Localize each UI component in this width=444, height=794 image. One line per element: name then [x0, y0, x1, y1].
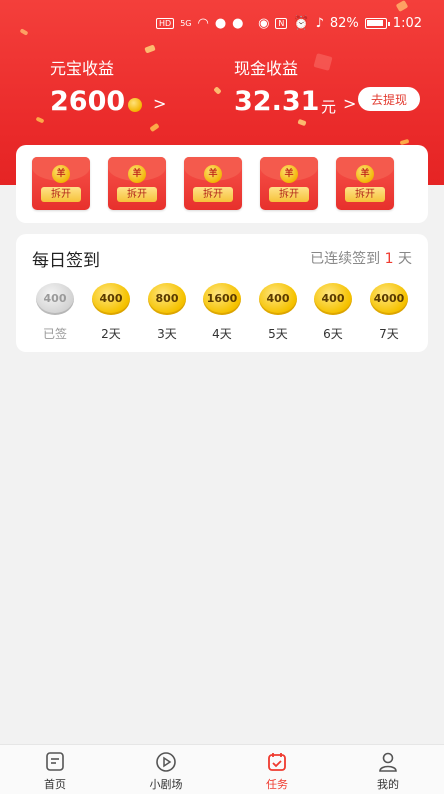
message-icon: ●: [232, 16, 244, 31]
confetti-decoration: [313, 53, 333, 71]
tab-home[interactable]: 首页: [20, 749, 90, 792]
withdraw-button[interactable]: 去提现: [358, 87, 420, 111]
red-envelope[interactable]: 羊 拆开: [32, 157, 90, 210]
cash-earnings-label: 现金收益: [234, 59, 299, 78]
envelope-seal: 羊: [280, 165, 298, 183]
open-envelope-button[interactable]: 拆开: [193, 187, 233, 202]
clock-time: 1:02: [392, 16, 422, 31]
checkin-coin-day-4[interactable]: 1600: [203, 283, 241, 315]
checkin-coin-day-7[interactable]: 4000: [370, 283, 408, 315]
tab-theater[interactable]: 小剧场: [131, 749, 201, 792]
battery-icon: [364, 18, 390, 29]
red-envelope[interactable]: 羊 拆开: [184, 157, 242, 210]
tab-label: 任务: [266, 778, 288, 791]
calendar-check-icon: [266, 751, 288, 773]
red-envelope-card: 羊 拆开 羊 拆开 羊 拆开 羊 拆开 羊 拆开: [16, 145, 428, 223]
app-notification-icon: ●: [214, 16, 227, 31]
eye-icon: ◉: [258, 16, 270, 31]
checkin-day-label: 2天: [101, 327, 121, 341]
hd-indicator: HD: [156, 18, 175, 29]
envelope-seal: 羊: [204, 165, 222, 183]
bottom-tab-bar: 首页 小剧场 任务 我的: [0, 744, 444, 794]
play-icon: [155, 751, 177, 773]
tab-label: 我的: [377, 778, 399, 791]
coin-icon: [128, 98, 142, 112]
status-bar: HD 5G ◠ ● ● ◉ N ⏰ ♪ 82% 1:02: [0, 14, 444, 38]
tab-label: 首页: [44, 778, 66, 791]
person-icon: [377, 751, 399, 773]
envelope-seal: 羊: [128, 165, 146, 183]
streak-suffix: 天: [398, 251, 412, 267]
envelope-seal: 羊: [52, 165, 70, 183]
streak-days: 1: [384, 251, 394, 267]
cash-earnings-value[interactable]: 32.31: [234, 86, 319, 117]
checkin-coin-day-6[interactable]: 400: [314, 283, 352, 315]
nfc-icon: N: [275, 18, 288, 29]
confetti-decoration: [35, 116, 45, 124]
battery-percent: 82%: [329, 16, 359, 31]
home-note-icon: [44, 751, 66, 773]
streak-prefix: 已连续签到: [310, 251, 381, 267]
checkin-day-label: 4天: [212, 327, 232, 341]
checkin-coin-day-3[interactable]: 800: [148, 283, 186, 315]
checkin-title: 每日签到: [32, 251, 100, 271]
confetti-decoration: [395, 0, 409, 12]
checkin-streak: 已连续签到 1 天: [310, 248, 412, 268]
confetti-decoration: [297, 118, 307, 127]
red-envelope[interactable]: 羊 拆开: [260, 157, 318, 210]
open-envelope-button[interactable]: 拆开: [117, 187, 157, 202]
red-envelope[interactable]: 羊 拆开: [108, 157, 166, 210]
open-envelope-button[interactable]: 拆开: [269, 187, 309, 202]
coin-earnings-chevron-icon[interactable]: >: [153, 94, 166, 113]
signal-icon: 5G: [180, 19, 192, 28]
checkin-day-label: 7天: [379, 327, 399, 341]
envelope-seal: 羊: [356, 165, 374, 183]
red-envelope[interactable]: 羊 拆开: [336, 157, 394, 210]
checkin-day-label: 6天: [323, 327, 343, 341]
tab-tasks[interactable]: 任务: [242, 749, 312, 792]
confetti-decoration: [213, 86, 222, 95]
alarm-icon: ⏰: [293, 16, 310, 31]
checkin-coin-day-1[interactable]: 400: [36, 283, 74, 315]
open-envelope-button[interactable]: 拆开: [41, 187, 81, 202]
checkin-coin-day-2[interactable]: 400: [92, 283, 130, 315]
cash-earnings-chevron-icon[interactable]: >: [343, 94, 356, 113]
daily-checkin-card: 每日签到 已连续签到 1 天 400 400 800 1600 400 400 …: [16, 234, 428, 352]
confetti-decoration: [149, 122, 160, 133]
checkin-day-label: 5天: [268, 327, 288, 341]
tab-label: 小剧场: [149, 778, 183, 791]
checkin-day-label: 3天: [157, 327, 177, 341]
coin-earnings-value[interactable]: 2600: [50, 86, 125, 117]
confetti-decoration: [144, 44, 156, 54]
mute-icon: ♪: [315, 16, 324, 31]
open-envelope-button[interactable]: 拆开: [345, 187, 385, 202]
tab-profile[interactable]: 我的: [353, 749, 423, 792]
cash-unit: 元: [321, 98, 337, 116]
coin-earnings-label: 元宝收益: [50, 59, 115, 78]
checkin-coin-day-5[interactable]: 400: [259, 283, 297, 315]
checkin-day-label: 已签: [42, 327, 67, 341]
wifi-icon: ◠: [197, 16, 209, 31]
